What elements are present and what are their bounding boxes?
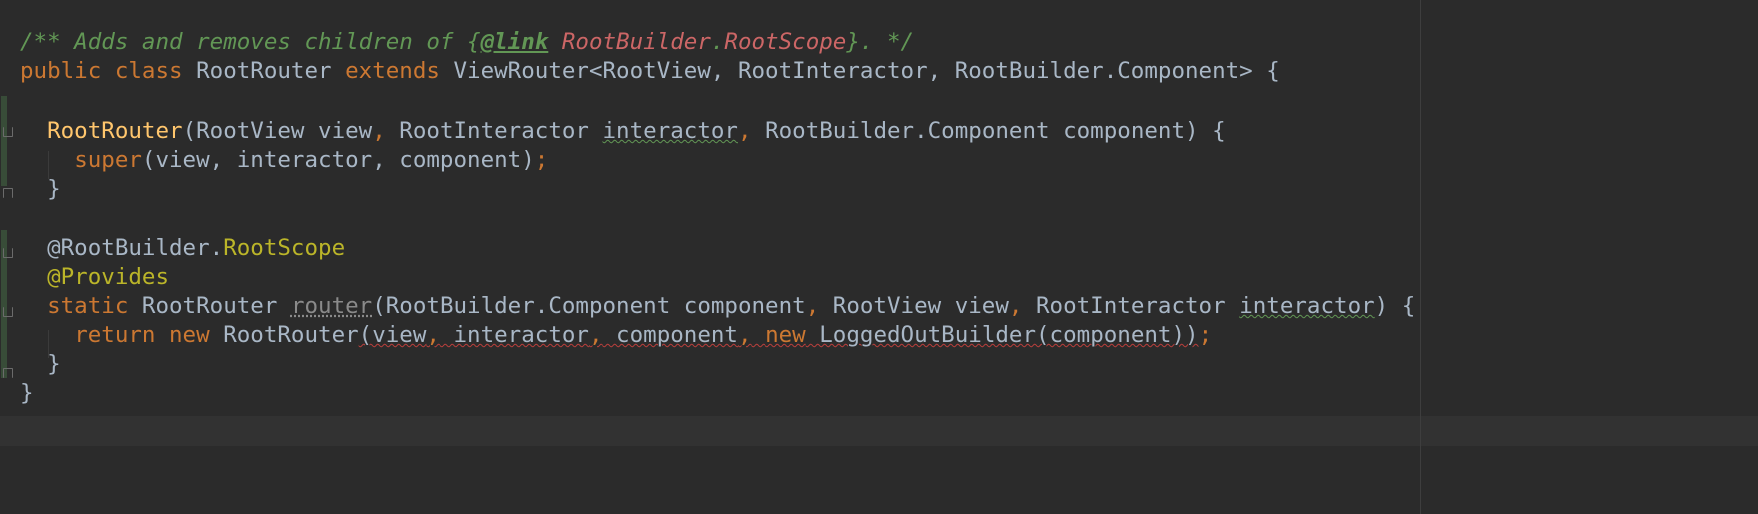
constructor-call: RootRouter xyxy=(209,322,359,348)
annotation-root-builder: @RootBuilder. xyxy=(47,235,224,261)
comma: , xyxy=(426,322,440,348)
super-args: (view, interactor, component) xyxy=(141,147,535,173)
closing-brace: } xyxy=(47,176,61,202)
doc-comment-open: /** Adds and removes children of { xyxy=(20,29,481,55)
ctor-param-component: RootBuilder.Component component) { xyxy=(751,118,1226,144)
constructor-name[interactable]: RootRouter xyxy=(47,118,182,144)
semicolon: ; xyxy=(1198,322,1213,348)
keyword-extends: extends xyxy=(345,58,440,84)
code-line-2[interactable]: public class RootRouter extends ViewRout… xyxy=(20,56,1280,86)
class-closing-brace: } xyxy=(20,380,34,406)
ctor-param-type: RootInteractor xyxy=(385,118,603,144)
arg-component: component xyxy=(602,322,738,348)
keyword-new: new xyxy=(169,322,210,348)
fold-close-icon[interactable] xyxy=(3,368,13,378)
comma: , xyxy=(588,322,603,348)
closing-brace: } xyxy=(47,351,61,377)
keyword-class: class xyxy=(114,58,183,84)
keyword-new: new xyxy=(765,322,806,348)
logged-out-builder-call: LoggedOutBuilder(component)) xyxy=(805,322,1199,348)
fold-open-icon[interactable] xyxy=(3,127,13,137)
code-line-10[interactable]: static RootRouter router(RootBuilder.Com… xyxy=(20,291,1415,321)
annotation-root-scope[interactable]: RootScope xyxy=(223,235,345,261)
code-line-4[interactable]: RootRouter(RootView view, RootInteractor… xyxy=(20,116,1226,146)
comma: , xyxy=(737,322,752,348)
doc-space xyxy=(548,29,562,55)
code-line-5[interactable]: super(view, interactor, component); xyxy=(20,145,548,175)
return-type: RootRouter xyxy=(128,293,291,319)
keyword-static: static xyxy=(47,293,129,319)
method-param-type: RootInteractor xyxy=(1022,293,1240,319)
fold-open-icon[interactable] xyxy=(3,248,13,258)
ctor-param-view: (RootView view xyxy=(182,118,373,144)
method-name-router[interactable]: router xyxy=(291,293,372,319)
vcs-change-marker[interactable] xyxy=(1,96,7,186)
comma: , xyxy=(805,293,820,319)
doc-link-ref-class[interactable]: RootBuilder xyxy=(562,29,711,55)
code-editor[interactable]: /** Adds and removes children of {@link … xyxy=(0,0,1758,514)
code-line-11[interactable]: return new RootRouter(view, interactor, … xyxy=(20,320,1212,350)
method-param-component: (RootBuilder.Component component xyxy=(372,293,806,319)
interactor-param[interactable]: interactor xyxy=(1239,293,1374,319)
method-open-brace: ) { xyxy=(1374,293,1416,319)
arg-view: (view xyxy=(358,322,427,348)
keyword-return: return xyxy=(74,322,156,348)
code-line-1[interactable]: /** Adds and removes children of {@link … xyxy=(20,27,914,57)
code-line-6[interactable]: } xyxy=(20,174,61,204)
fold-open-icon[interactable] xyxy=(3,307,13,317)
keyword-super: super xyxy=(74,147,142,173)
code-line-8[interactable]: @RootBuilder.RootScope xyxy=(20,233,345,263)
right-margin-guide xyxy=(1420,0,1421,514)
annotation-provides[interactable]: @Provides xyxy=(47,264,169,290)
current-line-highlight xyxy=(0,416,1758,446)
fold-close-icon[interactable] xyxy=(3,188,13,198)
semicolon: ; xyxy=(534,147,549,173)
class-name[interactable]: RootRouter xyxy=(196,58,331,84)
doc-comment-close: }. */ xyxy=(846,29,915,55)
interactor-param[interactable]: interactor xyxy=(603,118,738,144)
parent-class[interactable]: ViewRouter<RootView, RootInteractor, Roo… xyxy=(454,58,1280,84)
comma: , xyxy=(372,118,386,144)
doc-link-tag: @link xyxy=(480,29,549,55)
error-highlight-args[interactable]: (view, interactor, component, new Logged… xyxy=(359,322,1199,348)
comma: , xyxy=(1008,293,1023,319)
code-line-13[interactable]: } xyxy=(20,378,34,408)
doc-link-ref-member[interactable]: RootScope xyxy=(724,29,846,55)
code-line-12[interactable]: } xyxy=(20,349,61,379)
arg-interactor: interactor xyxy=(439,322,589,348)
keyword-public: public xyxy=(20,58,102,84)
doc-dot: . xyxy=(710,29,725,55)
code-line-9[interactable]: @Provides xyxy=(20,262,169,292)
method-param-view: RootView view xyxy=(819,293,1009,319)
comma: , xyxy=(737,118,752,144)
